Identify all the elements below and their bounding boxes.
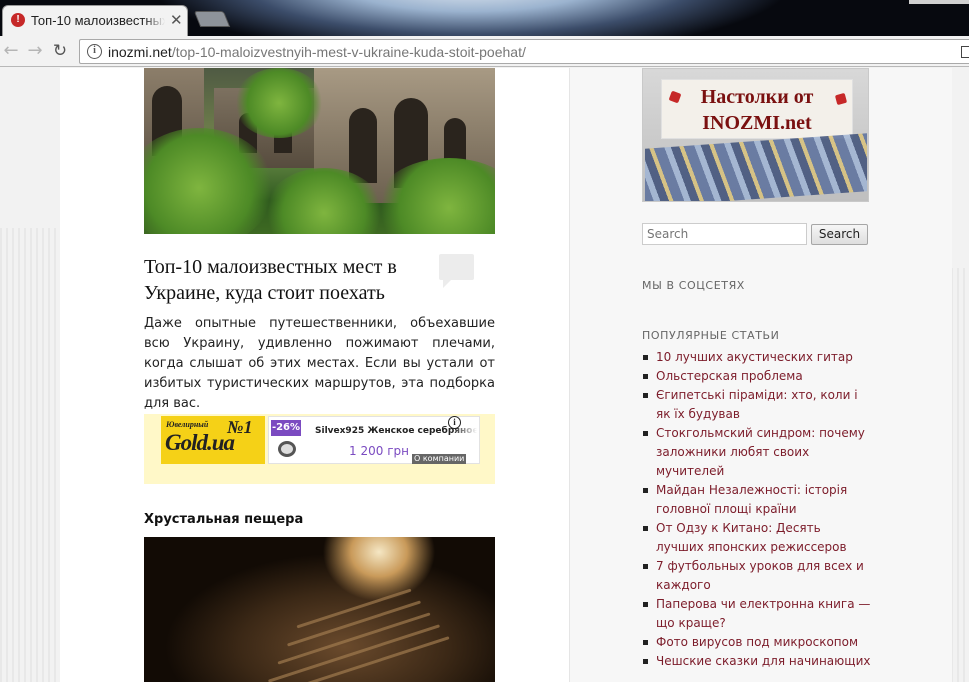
- discount-badge: -26%: [271, 420, 301, 436]
- back-arrow-icon[interactable]: ←: [0, 40, 22, 62]
- popular-article-link[interactable]: От Одзу к Китано: Десять лучших японских…: [642, 519, 872, 557]
- banner-line-2: INOZMI.net: [702, 112, 812, 134]
- url-text[interactable]: inozmi.net/top-10-maloizvestnyih-mest-v-…: [108, 44, 526, 60]
- post-excerpt: Даже опытные путешественники, объехавшие…: [144, 316, 495, 411]
- banner-text-panel: Настолки от INOZMI.net: [661, 79, 853, 139]
- popular-article-link[interactable]: Ольстерская проблема: [642, 367, 872, 386]
- ring-product-image: [278, 441, 296, 457]
- error-favicon-icon: !: [11, 13, 25, 27]
- post-featured-image[interactable]: [144, 68, 495, 234]
- url-path: /top-10-maloizvestnyih-mest-v-ukraine-ku…: [171, 44, 526, 60]
- page-container: Топ-10 малоизвестных мест в Украине, куд…: [60, 68, 952, 682]
- social-widget-title: МЫ В СОЦСЕТЯХ: [642, 279, 745, 292]
- post-title-link[interactable]: Топ-10 малоизвестных мест в Украине, куд…: [144, 254, 434, 306]
- ad-logo-subtitle: Ювелирный: [166, 420, 209, 429]
- ad-company-link[interactable]: О компании: [412, 454, 467, 464]
- forward-arrow-icon[interactable]: →: [24, 40, 46, 62]
- new-tab-button[interactable]: [193, 11, 231, 27]
- ad-logo-number: №1: [227, 417, 253, 437]
- search-input[interactable]: [642, 223, 807, 245]
- popular-article-link[interactable]: Майдан Незалежності: історія головної пл…: [642, 481, 872, 519]
- cave-image: [144, 537, 495, 682]
- banner-cards-image: [645, 133, 867, 201]
- tab-title: Топ-10 малоизвестных мест в Украине: [31, 13, 165, 28]
- comment-bubble-icon[interactable]: [439, 254, 474, 288]
- section-heading: Хрустальная пещера: [144, 512, 304, 527]
- search-button[interactable]: Search: [811, 224, 868, 245]
- popular-article-link[interactable]: Єгипетські піраміди: хто, коли і як їх б…: [642, 386, 872, 424]
- tab-strip: ! Топ-10 малоизвестных мест в Украине ✕: [0, 0, 969, 36]
- tab-close-icon[interactable]: ✕: [170, 11, 183, 29]
- page-viewport[interactable]: Топ-10 малоизвестных мест в Украине, куд…: [0, 68, 969, 682]
- popular-article-link[interactable]: Стокгольмский синдром: почему заложники …: [642, 424, 872, 481]
- popular-article-link[interactable]: Чешские сказки для начинающих: [642, 652, 872, 671]
- address-bar[interactable]: i inozmi.net/top-10-maloizvestnyih-mest-…: [79, 39, 969, 64]
- extension-icon[interactable]: [961, 46, 969, 58]
- background-pattern: [0, 228, 62, 682]
- popular-article-link[interactable]: 7 футбольных уроков для всех и каждого: [642, 557, 872, 595]
- browser-toolbar: ← → ↻ i inozmi.net/top-10-maloizvestnyih…: [0, 36, 969, 67]
- reload-icon[interactable]: ↻: [49, 40, 71, 62]
- ad-logo-text: Gold.ua: [165, 430, 235, 455]
- advertisement[interactable]: Ювелирный Gold.ua №1 -26% Silvex925 Женс…: [144, 414, 495, 484]
- ad-logo[interactable]: Ювелирный Gold.ua №1: [161, 416, 265, 464]
- popular-article-link[interactable]: Паперова чи електронна книга — що краще?: [642, 595, 872, 633]
- banner-line-1: Настолки от: [700, 86, 814, 108]
- popular-widget-title: ПОПУЛЯРНЫЕ СТАТЬИ: [642, 329, 780, 342]
- url-host: inozmi.net: [108, 44, 172, 60]
- popular-articles-list: 10 лучших акустических гитар Ольстерская…: [642, 348, 872, 671]
- popular-article-link[interactable]: Фото вирусов под микроскопом: [642, 633, 872, 652]
- window-controls[interactable]: [909, 0, 969, 4]
- browser-tab-active[interactable]: ! Топ-10 малоизвестных мест в Украине ✕: [2, 5, 188, 36]
- popular-article-link[interactable]: 10 лучших акустических гитар: [642, 348, 872, 367]
- ad-info-icon[interactable]: i: [448, 416, 461, 429]
- background-pattern: [951, 268, 969, 682]
- promo-banner[interactable]: Настолки от INOZMI.net: [642, 68, 869, 202]
- site-info-icon[interactable]: i: [87, 44, 102, 59]
